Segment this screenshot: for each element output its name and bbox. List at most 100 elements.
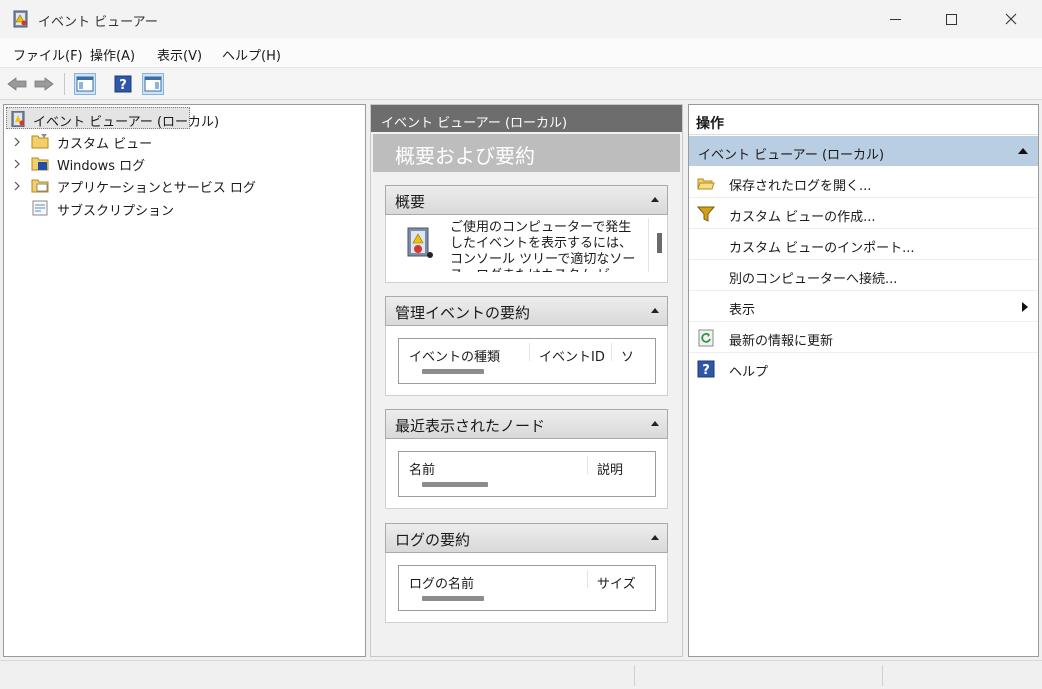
tree-item-app-service-logs[interactable]: アプリケーションとサービス ログ <box>4 174 364 196</box>
svg-text:?: ? <box>119 78 127 93</box>
action-label-help: ヘルプ <box>729 365 769 380</box>
collapse-caret-icon[interactable] <box>651 308 659 313</box>
status-bar-divider <box>634 665 635 686</box>
admin-events-section-title: 管理イベントの要約 <box>395 304 531 322</box>
grid-scrollbar-thumb[interactable] <box>422 482 488 487</box>
admin-events-section-body: イベントの種類 イベントID ソ <box>385 326 668 396</box>
action-view-submenu[interactable]: 表示 <box>689 291 1038 322</box>
log-summary-section-header[interactable]: ログの要約 <box>385 523 668 553</box>
subscriptions-icon <box>32 200 48 216</box>
grid-scrollbar-thumb[interactable] <box>422 596 484 601</box>
admin-events-grid: イベントの種類 イベントID ソ <box>398 338 656 384</box>
collapse-caret-icon[interactable] <box>1018 148 1028 154</box>
overview-section-body: ご使用のコンピューターで発生したイベントを表示するには、コンソール ツリーで適切… <box>385 215 668 283</box>
column-header-name[interactable]: 名前 <box>399 452 435 478</box>
tree-label-windows-logs: Windows ログ <box>57 159 146 174</box>
menu-help[interactable]: ヘルプ(H) <box>222 45 281 64</box>
overview-section-header[interactable]: 概要 <box>385 185 668 215</box>
chevron-right-icon[interactable] <box>12 137 22 147</box>
collapse-caret-icon[interactable] <box>651 535 659 540</box>
status-bar <box>0 660 1042 689</box>
chevron-right-icon[interactable] <box>12 159 22 169</box>
column-header-source[interactable]: ソ <box>611 339 634 365</box>
toolbar: ? <box>0 68 1042 100</box>
menu-action[interactable]: 操作(A) <box>90 45 135 64</box>
tree-item-root[interactable]: イベント ビューアー (ローカル) <box>4 108 364 130</box>
action-open-saved-log[interactable]: 保存されたログを開く... <box>689 167 1038 198</box>
event-viewer-icon <box>11 111 25 127</box>
column-header-event-type[interactable]: イベントの種類 <box>399 339 500 365</box>
chevron-right-icon[interactable] <box>12 181 22 191</box>
column-header-size[interactable]: サイズ <box>587 566 636 592</box>
minimize-button[interactable] <box>872 0 918 38</box>
grid-scrollbar-thumb[interactable] <box>422 369 484 374</box>
admin-events-section-header[interactable]: 管理イベントの要約 <box>385 296 668 326</box>
title-bar: イベント ビューアー <box>0 0 1042 38</box>
column-header-log-name[interactable]: ログの名前 <box>399 566 474 592</box>
column-header-description[interactable]: 説明 <box>587 452 623 478</box>
close-icon <box>1005 13 1017 25</box>
collapse-caret-icon[interactable] <box>651 421 659 426</box>
log-summary-section-body: ログの名前 サイズ <box>385 553 668 623</box>
center-pane: イベント ビューアー (ローカル) 概要および要約 概要 ご使用のコンピューター… <box>370 104 683 657</box>
maximize-icon <box>945 13 957 25</box>
actions-header: 操作 <box>689 105 1038 135</box>
menu-view[interactable]: 表示(V) <box>157 45 202 64</box>
overview-text: ご使用のコンピューターで発生したイベントを表示するには、コンソール ツリーで適切… <box>450 220 636 272</box>
console-tree-pane: イベント ビューアー (ローカル) カスタム ビュー Windows ログ アプ… <box>3 104 366 657</box>
action-import-custom-view[interactable]: カスタム ビューのインポート... <box>689 229 1038 260</box>
tree-item-windows-logs[interactable]: Windows ログ <box>4 152 364 174</box>
tree-label-custom-views: カスタム ビュー <box>57 137 153 152</box>
tree-item-custom-views[interactable]: カスタム ビュー <box>4 130 364 152</box>
refresh-icon <box>698 329 714 347</box>
event-log-book-icon <box>407 227 433 258</box>
event-viewer-app-icon <box>13 10 28 28</box>
back-button[interactable] <box>6 73 28 95</box>
actions-group-title: イベント ビューアー (ローカル) <box>698 148 885 163</box>
close-button[interactable] <box>988 0 1034 38</box>
overview-scroll-track <box>648 218 649 272</box>
help-icon: ? <box>697 360 715 378</box>
collapse-caret-icon[interactable] <box>651 197 659 202</box>
action-label-create-custom-view: カスタム ビューの作成... <box>729 210 876 225</box>
tree-root-label: イベント ビューアー (ローカル) <box>33 115 220 130</box>
windows-logs-folder-icon <box>31 157 49 171</box>
action-refresh[interactable]: 最新の情報に更新 <box>689 322 1038 353</box>
action-help[interactable]: ? ヘルプ <box>689 353 1038 384</box>
center-header: イベント ビューアー (ローカル) <box>371 105 682 132</box>
recent-nodes-section-body: 名前 説明 <box>385 439 668 509</box>
show-hide-console-tree-button[interactable] <box>74 73 96 95</box>
recent-nodes-grid: 名前 説明 <box>398 451 656 497</box>
filter-funnel-icon <box>697 206 715 222</box>
menu-bar: ファイル(F) 操作(A) 表示(V) ヘルプ(H) <box>0 38 1042 68</box>
column-header-event-id[interactable]: イベントID <box>529 339 605 365</box>
action-create-custom-view[interactable]: カスタム ビューの作成... <box>689 198 1038 229</box>
toolbar-separator <box>64 73 65 95</box>
tree-item-subscriptions[interactable]: サブスクリプション <box>4 197 364 219</box>
actions-group-header[interactable]: イベント ビューアー (ローカル) <box>689 136 1038 166</box>
forward-icon <box>34 77 54 91</box>
recent-nodes-section-header[interactable]: 最近表示されたノード <box>385 409 668 439</box>
menu-file[interactable]: ファイル(F) <box>13 45 83 64</box>
actions-pane: 操作 イベント ビューアー (ローカル) 保存されたログを開く... カスタム … <box>688 104 1039 657</box>
recent-nodes-section-title: 最近表示されたノード <box>395 417 546 435</box>
show-hide-console-tree-icon <box>76 76 94 92</box>
maximize-button[interactable] <box>928 0 974 38</box>
svg-text:?: ? <box>702 363 710 378</box>
custom-view-folder-icon <box>31 134 49 149</box>
show-hide-action-pane-button[interactable] <box>142 73 164 95</box>
action-label-view: 表示 <box>729 303 756 318</box>
help-button[interactable]: ? <box>112 73 134 95</box>
overview-scrollbar-thumb[interactable] <box>657 233 662 253</box>
window-title: イベント ビューアー <box>38 15 158 30</box>
app-service-logs-folder-icon <box>31 179 49 193</box>
overview-section-title: 概要 <box>395 193 426 211</box>
forward-button[interactable] <box>33 73 55 95</box>
open-folder-icon <box>697 178 715 190</box>
tree-label-subscriptions: サブスクリプション <box>57 204 175 219</box>
tree-label-app-service-logs: アプリケーションとサービス ログ <box>57 181 256 196</box>
status-bar-divider <box>882 665 883 686</box>
back-icon <box>7 77 27 91</box>
center-subheader: 概要および要約 <box>373 134 680 172</box>
action-connect-to-computer[interactable]: 別のコンピューターへ接続... <box>689 260 1038 291</box>
